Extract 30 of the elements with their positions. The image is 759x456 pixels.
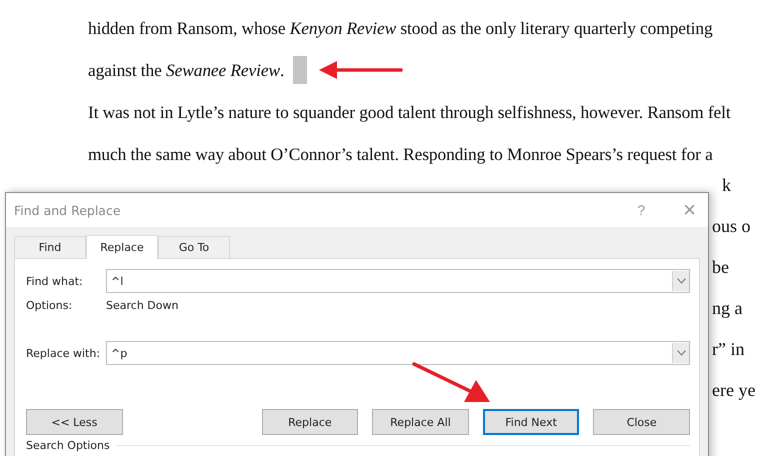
chevron-down-icon xyxy=(676,278,686,284)
tab[interactable]: Find xyxy=(14,236,86,258)
document-text: against the Sewanee Review. xyxy=(88,59,284,82)
document-text: r” in xyxy=(712,338,746,361)
document-text: ous o xyxy=(712,215,752,238)
options-value: Search Down xyxy=(106,299,178,312)
document-text: ere ye xyxy=(712,379,756,402)
document-text: k xyxy=(721,174,732,197)
document-text: It was not in Lytle’s nature to squander good talent through selfishness, however. Ransom felt xyxy=(88,101,731,124)
dialog-button[interactable]: << Less xyxy=(26,409,123,435)
dropdown-button[interactable] xyxy=(672,343,689,363)
window-title: Find and Replace xyxy=(14,202,122,218)
dialog-button[interactable]: Close xyxy=(593,409,690,435)
dropdown-button[interactable] xyxy=(672,271,689,291)
document-text: much the same way about O’Connor’s talent. Responding to Monroe Spears’s request for a xyxy=(88,143,713,166)
tab[interactable]: Go To xyxy=(158,236,230,258)
find-field[interactable]: ^l xyxy=(106,269,690,293)
section-label: Search Options xyxy=(26,439,110,452)
options-label: Options: xyxy=(26,299,74,312)
tab[interactable]: Replace xyxy=(86,235,158,259)
dialog-button[interactable]: Replace xyxy=(262,409,358,435)
replace-field[interactable]: ^p xyxy=(106,341,690,365)
document-text: hidden from Ransom, whose Kenyon Review stood as the only literary quarterly competing xyxy=(88,17,713,40)
dialog-button[interactable]: Find Next xyxy=(482,409,580,435)
document-text: be xyxy=(712,256,730,279)
dialog-button[interactable]: Replace All xyxy=(372,409,469,435)
field-label: Replace with: xyxy=(26,346,102,360)
field-label: Find what: xyxy=(26,274,84,288)
chevron-down-icon xyxy=(676,350,686,356)
document-text: ng a xyxy=(712,297,744,320)
